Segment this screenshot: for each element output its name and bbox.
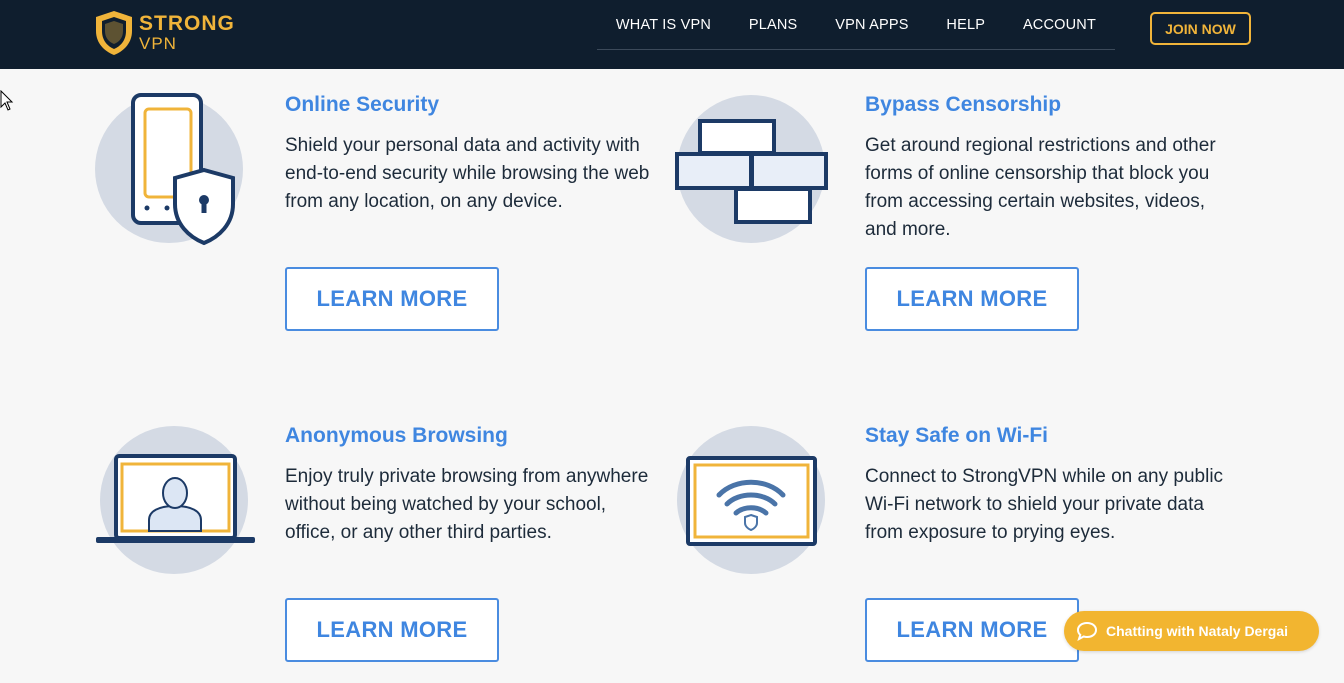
nav-what-is-vpn[interactable]: WHAT IS VPN <box>616 17 711 33</box>
mouse-cursor-icon <box>0 90 14 111</box>
site-header: STRONG VPN WHAT IS VPN PLANS VPN APPS HE… <box>0 0 1344 69</box>
feature-bypass-censorship: Bypass Censorship Get around regional re… <box>675 92 1235 352</box>
main-nav: WHAT IS VPN PLANS VPN APPS HELP ACCOUNT <box>597 0 1115 50</box>
brand-name: STRONG <box>139 12 235 35</box>
brand-sub: VPN <box>139 34 177 53</box>
laptop-user-icon <box>95 423 275 603</box>
nav-plans[interactable]: PLANS <box>749 17 798 33</box>
feature-title: Online Security <box>285 93 440 116</box>
nav-account[interactable]: ACCOUNT <box>1023 17 1096 33</box>
learn-more-button[interactable]: LEARN MORE <box>865 598 1079 662</box>
learn-more-button[interactable]: LEARN MORE <box>865 267 1079 331</box>
learn-more-button[interactable]: LEARN MORE <box>285 598 499 662</box>
feature-title: Stay Safe on Wi-Fi <box>865 424 1049 447</box>
feature-anonymous-browsing: Anonymous Browsing Enjoy truly private b… <box>95 423 655 683</box>
shield-logo-icon <box>96 11 132 55</box>
feature-text: Enjoy truly private browsing from anywhe… <box>285 466 649 543</box>
feature-text: Shield your personal data and activity w… <box>285 135 650 212</box>
chat-widget-button[interactable]: Chatting with Nataly Dergai <box>1064 611 1319 651</box>
feature-text: Connect to StrongVPN while on any public… <box>865 466 1224 543</box>
phone-shield-icon <box>95 92 275 272</box>
feature-title: Bypass Censorship <box>865 93 1062 116</box>
wifi-screen-icon <box>675 423 855 603</box>
feature-text: Get around regional restrictions and oth… <box>865 135 1216 240</box>
chat-label: Chatting with Nataly Dergai <box>1106 623 1289 639</box>
chat-bubble-icon <box>1076 621 1098 641</box>
brick-wall-icon <box>675 92 855 272</box>
join-now-button[interactable]: JOIN NOW <box>1150 12 1251 45</box>
nav-vpn-apps[interactable]: VPN APPS <box>835 17 908 33</box>
nav-help[interactable]: HELP <box>946 17 985 33</box>
strongvpn-logo[interactable]: STRONG VPN <box>94 9 254 59</box>
feature-title: Anonymous Browsing <box>285 424 508 447</box>
learn-more-button[interactable]: LEARN MORE <box>285 267 499 331</box>
feature-online-security: Online Security Shield your personal dat… <box>95 92 655 352</box>
